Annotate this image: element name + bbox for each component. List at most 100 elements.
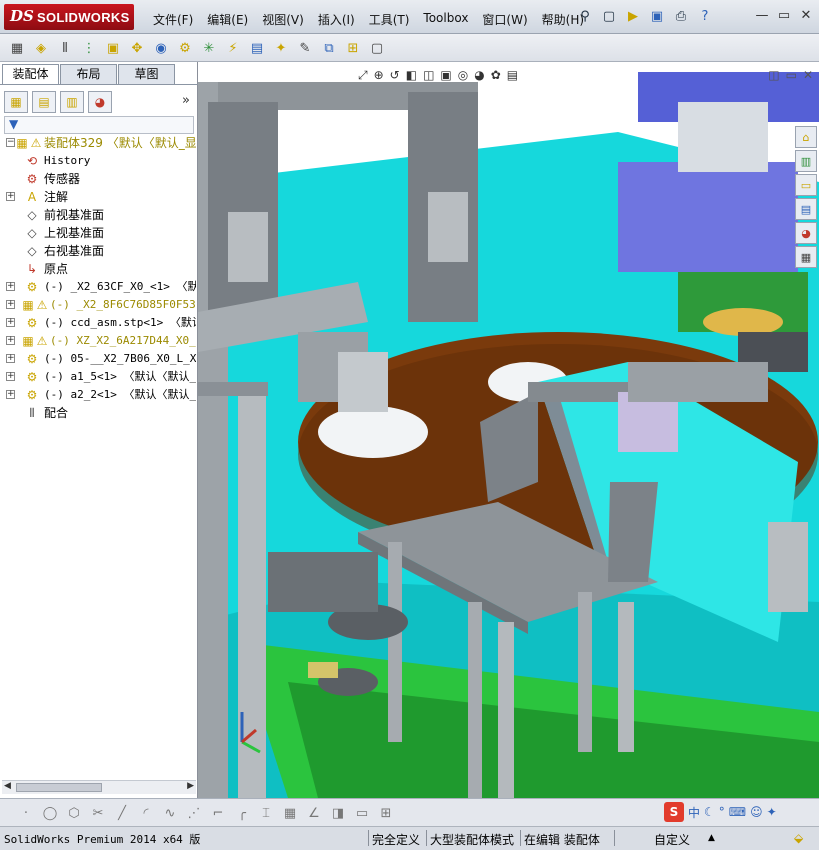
smart-dimension-icon[interactable]: ⌶ xyxy=(256,803,276,823)
viewport-minimize-icon[interactable]: ◫ xyxy=(768,68,779,82)
zoom-area-icon[interactable]: ⊕ xyxy=(374,68,384,83)
isometric-view-icon[interactable]: ◨ xyxy=(328,803,348,823)
display-style-icon[interactable]: ▣ xyxy=(440,68,451,83)
corner-rectangle-icon[interactable]: ⌐ xyxy=(208,803,228,823)
half-width-icon[interactable]: ☾ xyxy=(704,805,715,819)
custom-properties-icon[interactable]: ▦ xyxy=(795,246,817,268)
mate-icon[interactable]: ⦀ xyxy=(54,37,76,59)
polygon-icon[interactable]: ⬡ xyxy=(64,803,84,823)
point-icon[interactable]: · xyxy=(16,803,36,823)
pin-icon[interactable]: ⚲ xyxy=(575,6,595,26)
reference-geometry-icon[interactable]: ✳ xyxy=(198,37,220,59)
expand-icon[interactable]: + xyxy=(6,300,15,309)
status-units-custom[interactable]: 自定义 xyxy=(654,831,690,848)
view-settings-icon[interactable]: ▤ xyxy=(507,68,518,83)
expand-icon[interactable]: + xyxy=(6,372,15,381)
menu-edit[interactable]: 编辑(E) xyxy=(200,9,255,30)
keyboard-icon[interactable]: ⌨ xyxy=(729,805,746,819)
feature-manager-icon[interactable]: ▦ xyxy=(4,91,28,113)
configuration-manager-icon[interactable]: ▥ xyxy=(60,91,84,113)
graphics-area[interactable]: ⤢ ⊕ ↺ ◧ ◫ ▣ ◎ ◕ ✿ ▤ ◫ ▭ ✕ ⌂ ▥ ▭ ▤ ◕ ▦ xyxy=(198,62,819,798)
expand-icon[interactable]: + xyxy=(6,318,15,327)
solidworks-logo[interactable]: DS SOLIDWORKS xyxy=(4,4,134,30)
more-tabs-icon[interactable]: » xyxy=(182,93,190,108)
tree-item-component[interactable]: + ⚙ (-) ccd_asm.stp<1> 〈默认〈 xyxy=(0,314,196,332)
linear-pattern-icon[interactable]: ⋮ xyxy=(78,37,100,59)
new-part-icon[interactable]: ◈ xyxy=(30,37,52,59)
file-explorer-icon[interactable]: ▭ xyxy=(795,174,817,196)
display-manager-icon[interactable]: ◕ xyxy=(88,91,112,113)
appearance-icon[interactable]: ◕ xyxy=(474,68,484,83)
previous-view-icon[interactable]: ↺ xyxy=(390,68,400,83)
viewport-close-icon[interactable]: ✕ xyxy=(803,68,813,82)
expand-icon[interactable]: + xyxy=(6,354,15,363)
units-menu-icon[interactable]: ▲ xyxy=(708,833,715,843)
hide-show-items-icon[interactable]: ◎ xyxy=(458,68,468,83)
scrollbar-thumb[interactable] xyxy=(16,783,102,792)
close-icon[interactable]: ✕ xyxy=(797,6,815,24)
scene-icon[interactable]: ✿ xyxy=(491,68,501,83)
front-view-icon[interactable]: ▭ xyxy=(352,803,372,823)
instant3d-icon[interactable]: ▢ xyxy=(366,37,388,59)
restore-icon[interactable]: ▭ xyxy=(775,6,793,24)
tree-item-mates[interactable]: ⦀ 配合 xyxy=(0,404,196,422)
menu-window[interactable]: 窗口(W) xyxy=(475,9,534,30)
tab-sketch[interactable]: 草图 xyxy=(118,64,175,84)
circle-icon[interactable]: ◯ xyxy=(40,803,60,823)
view-orientation-icon[interactable]: ◫ xyxy=(423,68,434,83)
home-icon[interactable]: ⌂ xyxy=(795,126,817,148)
open-folder-icon[interactable]: ▶ xyxy=(623,6,643,26)
assembly-features-icon[interactable]: ⚙ xyxy=(174,37,196,59)
fillet-icon[interactable]: ╭ xyxy=(232,803,252,823)
scroll-right-icon[interactable]: ▶ xyxy=(187,781,194,791)
minimize-icon[interactable]: — xyxy=(753,6,771,24)
menu-toolbox[interactable]: Toolbox xyxy=(416,9,475,30)
punctuation-icon[interactable]: ° xyxy=(719,805,725,819)
insert-component-icon[interactable]: ▦ xyxy=(6,37,28,59)
interference-detection-icon[interactable]: ⧉ xyxy=(318,37,340,59)
tree-item-component[interactable]: + ▦ ⚠ (-) _X2_8F6C76D85F0F536 xyxy=(0,296,196,314)
tree-filter[interactable]: ▼ xyxy=(4,116,194,134)
explode-line-sketch-icon[interactable]: ✎ xyxy=(294,37,316,59)
show-hidden-icon[interactable]: ◉ xyxy=(150,37,172,59)
tree-item-origin[interactable]: ↳ 原点 xyxy=(0,260,196,278)
smart-fasteners-icon[interactable]: ▣ xyxy=(102,37,124,59)
exploded-view-icon[interactable]: ✦ xyxy=(270,37,292,59)
appearances-icon[interactable]: ◕ xyxy=(795,222,817,244)
menu-file[interactable]: 文件(F) xyxy=(146,9,200,30)
tree-item-sensors[interactable]: ⚙ 传感器 xyxy=(0,170,196,188)
zoom-to-fit-icon[interactable]: ⤢ xyxy=(358,68,368,83)
new-document-icon[interactable]: ▢ xyxy=(599,6,619,26)
tree-item-history[interactable]: ⟲ History xyxy=(0,152,196,170)
tab-layout[interactable]: 布局 xyxy=(60,64,117,84)
tree-item-annotations[interactable]: + A 注解 xyxy=(0,188,196,206)
expand-icon[interactable]: + xyxy=(6,282,15,291)
move-component-icon[interactable]: ✥ xyxy=(126,37,148,59)
trim-icon[interactable]: ✂ xyxy=(88,803,108,823)
filter-icon[interactable]: ▼ xyxy=(9,117,18,131)
sogou-logo-icon[interactable]: S xyxy=(664,802,684,822)
tree-item-component[interactable]: + ⚙ (-) 05-__X2_7B06_X0_L_X2_5 xyxy=(0,350,196,368)
expand-icon[interactable]: + xyxy=(6,336,15,345)
tab-assembly[interactable]: 装配体 xyxy=(2,64,59,84)
tree-item-component[interactable]: + ⚙ (-) _X2_63CF_X0_<1> 〈默认 xyxy=(0,278,196,296)
scroll-left-icon[interactable]: ◀ xyxy=(4,781,11,791)
menu-insert[interactable]: 插入(I) xyxy=(311,9,362,30)
menu-view[interactable]: 视图(V) xyxy=(255,9,311,30)
section-view-icon[interactable]: ◧ xyxy=(406,68,417,83)
tree-item-front-plane[interactable]: ◇ 前视基准面 xyxy=(0,206,196,224)
rebuild-icon[interactable]: ⬙ xyxy=(794,831,803,845)
tree-horizontal-scrollbar[interactable]: ◀ ▶ xyxy=(2,780,196,794)
centerline-icon[interactable]: ⋰ xyxy=(184,803,204,823)
tree-item-top-plane[interactable]: ◇ 上视基准面 xyxy=(0,224,196,242)
arc-icon[interactable]: ◜ xyxy=(136,803,156,823)
tree-item-component[interactable]: + ⚙ (-) a2_2<1> 〈默认〈默认_显 xyxy=(0,386,196,404)
tree-item-right-plane[interactable]: ◇ 右视基准面 xyxy=(0,242,196,260)
ime-language[interactable]: 中 xyxy=(688,804,700,821)
new-motion-study-icon[interactable]: ⚡ xyxy=(222,37,244,59)
grid-icon[interactable]: ▦ xyxy=(280,803,300,823)
line-icon[interactable]: ╱ xyxy=(112,803,132,823)
save-icon[interactable]: ▣ xyxy=(647,6,667,26)
help-icon[interactable]: ? xyxy=(695,6,715,26)
design-library-icon[interactable]: ▥ xyxy=(795,150,817,172)
